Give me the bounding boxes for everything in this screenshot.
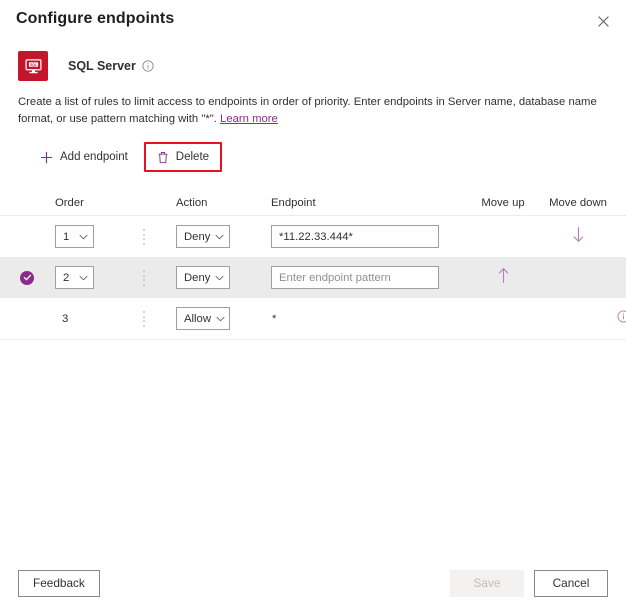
drag-handle-icon[interactable] [139,228,149,245]
configure-endpoints-panel: Configure endpoints SQL SQL Server Creat… [0,0,626,609]
row-order-cell: 2 [36,266,139,289]
table-row[interactable]: 2 Deny [0,257,626,298]
order-dropdown[interactable]: 2 [55,266,94,289]
add-endpoint-label: Add endpoint [60,151,128,163]
chevron-down-icon [215,275,224,281]
panel-description: Create a list of rules to limit access t… [0,88,626,128]
row-action-cell: Deny [176,225,271,248]
panel-titlebar: Configure endpoints [0,0,626,38]
panel-footer: Feedback Save Cancel [0,557,626,609]
footer-actions: Save Cancel [450,569,608,597]
row-order-cell: 3 [36,313,139,325]
chevron-down-icon [216,316,225,322]
delete-label: Delete [175,151,210,163]
row-endpoint-cell [271,266,467,289]
trash-icon [157,151,169,164]
table-row[interactable]: 1 Deny [0,216,626,257]
order-dropdown[interactable]: 1 [55,225,94,248]
action-value: Deny [184,271,211,284]
endpoint-input[interactable] [271,225,439,248]
feedback-button[interactable]: Feedback [18,569,100,597]
drag-handle-icon[interactable] [139,310,149,327]
chevron-down-icon [79,275,88,281]
action-value: Allow [184,312,211,325]
row-move-down-cell[interactable] [539,226,617,248]
row-action-cell: Deny [176,266,271,289]
chevron-down-icon [215,234,224,240]
row-order-cell: 1 [36,225,139,248]
product-name-label: SQL Server [68,59,136,73]
row-endpoint-cell: * [271,313,467,325]
table-row[interactable]: 3 Allow * [0,298,626,339]
delete-button-highlight: Delete [143,142,223,172]
info-icon[interactable] [617,309,626,328]
delete-button[interactable]: Delete [149,145,217,169]
row-info-cell[interactable] [617,309,626,328]
action-dropdown[interactable]: Deny [176,266,230,289]
row-drag-handle-cell[interactable] [139,310,176,327]
plus-icon [40,151,53,164]
header-action: Action [176,197,208,209]
row-select-cell[interactable] [0,270,36,285]
order-value: 3 [62,312,69,325]
row-endpoint-cell [271,225,467,248]
action-value: Deny [184,230,211,243]
info-icon[interactable] [142,60,154,72]
learn-more-link[interactable]: Learn more [220,113,278,125]
add-endpoint-button[interactable]: Add endpoint [32,145,136,169]
header-move-down: Move down [549,197,607,209]
row-move-up-cell[interactable] [467,267,539,289]
row-drag-handle-cell[interactable] [139,269,176,286]
drag-handle-icon[interactable] [139,269,149,286]
product-header: SQL SQL Server [0,38,626,88]
page-title: Configure endpoints [16,10,175,27]
action-dropdown[interactable]: Allow [176,307,230,330]
order-value: 1 [63,230,70,243]
cancel-button[interactable]: Cancel [534,569,608,597]
table-header-row: Order Action Endpoint Move up Move down [0,188,626,216]
endpoints-table: Order Action Endpoint Move up Move down … [0,188,626,340]
endpoint-input[interactable] [271,266,439,289]
header-move-up: Move up [481,197,525,209]
arrow-up-icon[interactable] [497,267,510,289]
arrow-down-icon[interactable] [572,226,585,248]
row-action-cell: Allow [176,307,271,330]
svg-text:SQL: SQL [30,62,37,66]
chevron-down-icon [79,234,88,240]
sql-server-icon: SQL [18,51,48,81]
header-order: Order [55,197,84,209]
command-bar: Add endpoint Delete [0,128,626,174]
row-drag-handle-cell[interactable] [139,228,176,245]
order-value: 2 [63,271,70,284]
checkmark-icon[interactable] [20,270,34,285]
action-dropdown[interactable]: Deny [176,225,230,248]
close-icon[interactable] [590,8,616,34]
table-bottom-divider [0,339,626,340]
save-button[interactable]: Save [450,569,524,597]
header-endpoint: Endpoint [271,197,316,209]
description-text: Create a list of rules to limit access t… [18,96,597,125]
endpoint-value: * [272,312,277,325]
